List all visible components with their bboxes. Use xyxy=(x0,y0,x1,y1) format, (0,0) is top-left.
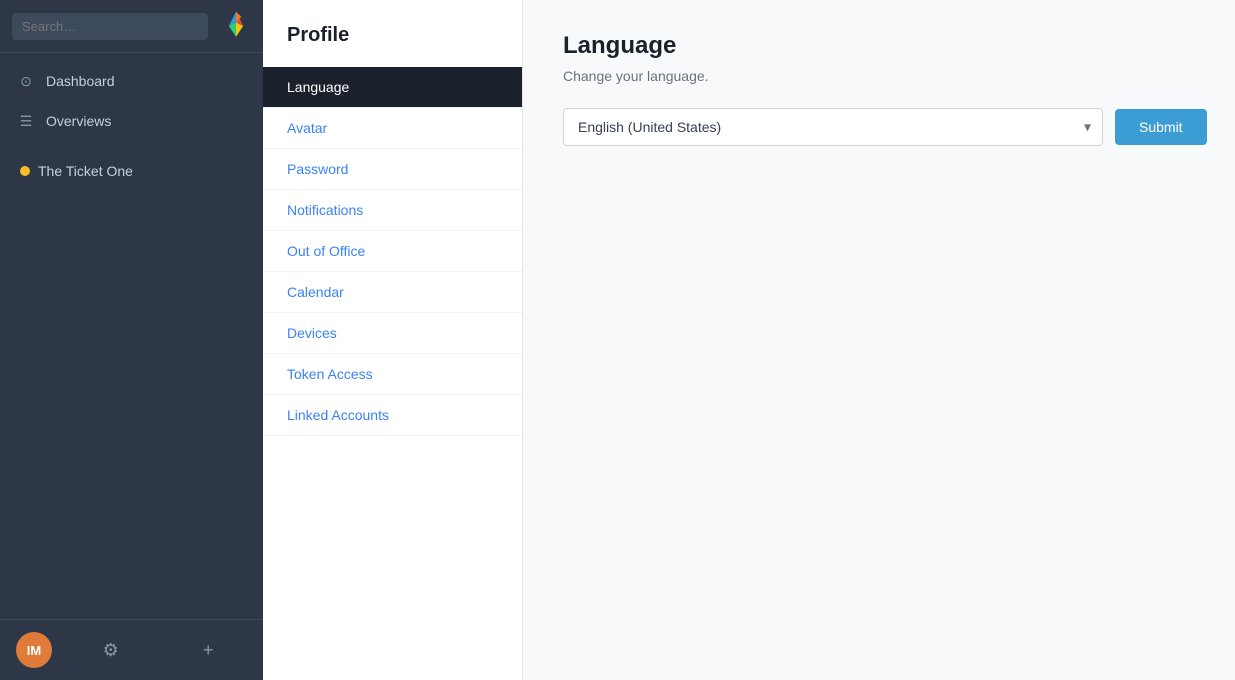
sidebar-nav: ⊙ Dashboard ☰ Overviews xyxy=(0,53,263,149)
avatar-initials: IM xyxy=(27,643,41,658)
logo-icon xyxy=(218,8,254,44)
profile-nav-item-linked-accounts[interactable]: Linked Accounts xyxy=(263,395,522,436)
workspace-dot xyxy=(20,166,30,176)
language-select[interactable]: English (United States) English (United … xyxy=(563,108,1103,146)
sidebar-item-dashboard[interactable]: ⊙ Dashboard xyxy=(0,61,263,101)
main-content: Language Change your language. English (… xyxy=(523,0,1235,680)
profile-nav-item-devices[interactable]: Devices xyxy=(263,313,522,354)
user-avatar[interactable]: IM xyxy=(16,632,52,668)
sidebar: ⊙ Dashboard ☰ Overviews The Ticket One I… xyxy=(0,0,263,680)
add-icon[interactable]: + xyxy=(170,640,248,661)
profile-nav: Profile Language Avatar Password Notific… xyxy=(263,0,523,680)
sidebar-item-the-ticket-one[interactable]: The Ticket One xyxy=(16,155,247,187)
sidebar-item-overviews[interactable]: ☰ Overviews xyxy=(0,101,263,141)
language-select-row: English (United States) English (United … xyxy=(563,108,1195,146)
page-title: Language xyxy=(563,32,1195,60)
profile-nav-title: Profile xyxy=(263,24,522,67)
profile-nav-item-password[interactable]: Password xyxy=(263,149,522,190)
submit-button[interactable]: Submit xyxy=(1115,109,1207,145)
profile-nav-item-notifications[interactable]: Notifications xyxy=(263,190,522,231)
sidebar-workspaces: The Ticket One xyxy=(0,149,263,193)
overviews-icon: ☰ xyxy=(16,111,36,131)
settings-icon[interactable]: ⚙ xyxy=(72,640,150,661)
sidebar-item-overviews-label: Overviews xyxy=(46,113,111,129)
profile-nav-item-calendar[interactable]: Calendar xyxy=(263,272,522,313)
sidebar-bottom: IM ⚙ + xyxy=(0,619,263,680)
search-input[interactable] xyxy=(12,13,208,40)
sidebar-item-dashboard-label: Dashboard xyxy=(46,73,115,89)
workspace-label: The Ticket One xyxy=(38,163,133,179)
page-description: Change your language. xyxy=(563,68,1195,84)
dashboard-icon: ⊙ xyxy=(16,71,36,91)
language-select-wrapper: English (United States) English (United … xyxy=(563,108,1103,146)
profile-nav-item-out-of-office[interactable]: Out of Office xyxy=(263,231,522,272)
profile-nav-item-token-access[interactable]: Token Access xyxy=(263,354,522,395)
profile-nav-item-avatar[interactable]: Avatar xyxy=(263,108,522,149)
profile-nav-item-language[interactable]: Language xyxy=(263,67,522,108)
sidebar-header xyxy=(0,0,263,53)
